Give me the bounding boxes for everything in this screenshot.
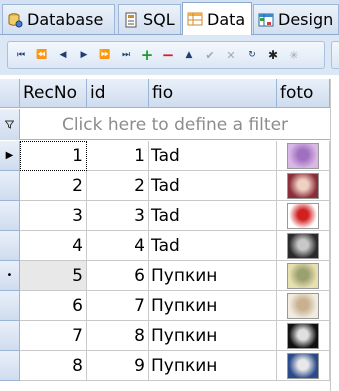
insert-record-button[interactable]: +: [137, 44, 157, 66]
first-record-button[interactable]: ⏮: [11, 44, 31, 66]
cell-id[interactable]: 2: [87, 171, 149, 201]
column-header-recno[interactable]: RecNo: [20, 79, 87, 108]
sql-icon: [123, 12, 139, 28]
toolbar-overflow[interactable]: [331, 41, 339, 69]
header-indicator: [0, 79, 20, 108]
db-navigator: ⏮ ⏪ ◀ ▶ ⏩ ⏭ + − ▲ ✔ ✕ ↻ ✱ ✳: [7, 41, 325, 69]
tab-label: Design: [278, 10, 334, 29]
prior-page-button[interactable]: ⏪: [32, 44, 52, 66]
cell-id[interactable]: 6: [87, 261, 149, 291]
post-edit-button[interactable]: ✔: [200, 44, 220, 66]
cell-foto[interactable]: [277, 171, 330, 201]
cell-foto[interactable]: [277, 351, 330, 381]
cell-id[interactable]: 1: [87, 141, 149, 171]
photo-thumbnail: [287, 232, 319, 259]
tab-data[interactable]: Data: [182, 2, 252, 35]
table-row[interactable]: 6 7 Пупкин: [0, 291, 339, 321]
row-indicator[interactable]: ▶: [0, 141, 20, 171]
refresh-button[interactable]: ↻: [242, 44, 262, 66]
last-record-button[interactable]: ⏭: [116, 44, 136, 66]
cell-foto[interactable]: [277, 141, 330, 171]
tab-label: SQL: [143, 10, 175, 29]
cell-foto[interactable]: [277, 321, 330, 351]
cell-recno[interactable]: 4: [20, 231, 87, 261]
cell-id[interactable]: 8: [87, 321, 149, 351]
cell-fio[interactable]: Пупкин: [149, 321, 277, 351]
goto-bookmark-button[interactable]: ✳: [284, 44, 304, 66]
photo-thumbnail: [287, 322, 319, 349]
cell-fio[interactable]: Tad: [149, 231, 277, 261]
next-page-button[interactable]: ⏩: [95, 44, 115, 66]
cell-fio[interactable]: Tad: [149, 201, 277, 231]
prior-record-button[interactable]: ◀: [53, 44, 73, 66]
cell-recno[interactable]: 1: [20, 141, 87, 171]
table-row[interactable]: 3 3 Tad: [0, 201, 339, 231]
photo-thumbnail: [287, 292, 319, 319]
row-indicator[interactable]: [0, 231, 20, 261]
tab-sql[interactable]: SQL: [118, 4, 181, 34]
column-header-foto[interactable]: foto: [277, 79, 330, 108]
cell-foto[interactable]: [277, 291, 330, 321]
photo-thumbnail: [287, 352, 319, 379]
cell-id[interactable]: 3: [87, 201, 149, 231]
cell-fio[interactable]: Tad: [149, 171, 277, 201]
row-indicator[interactable]: [0, 291, 20, 321]
filter-placeholder[interactable]: Click here to define a filter: [20, 109, 330, 140]
table-row[interactable]: 7 8 Пупкин: [0, 321, 339, 351]
next-record-button[interactable]: ▶: [74, 44, 94, 66]
cell-recno[interactable]: 3: [20, 201, 87, 231]
cell-recno[interactable]: 5: [20, 261, 87, 291]
cell-recno[interactable]: 2: [20, 171, 87, 201]
photo-thumbnail: [287, 172, 319, 199]
cell-fio[interactable]: Пупкин: [149, 351, 277, 381]
cell-recno[interactable]: 6: [20, 291, 87, 321]
cell-recno[interactable]: 7: [20, 321, 87, 351]
tab-label: Database: [27, 10, 104, 29]
data-grid[interactable]: RecNo id fio foto Click here to define a…: [0, 75, 339, 391]
column-header-fio[interactable]: fio: [149, 79, 277, 108]
table-row[interactable]: ▶ 1 1 Tad: [0, 141, 339, 171]
table-row[interactable]: 4 4 Tad: [0, 231, 339, 261]
cell-recno[interactable]: 8: [20, 351, 87, 381]
row-indicator[interactable]: [0, 201, 20, 231]
table-row[interactable]: 8 9 Пупкин: [0, 351, 339, 381]
grid-right-edge: [330, 79, 339, 391]
tab-database[interactable]: Database: [2, 4, 115, 34]
filter-row[interactable]: Click here to define a filter: [0, 109, 339, 140]
bookmark-button[interactable]: ✱: [263, 44, 283, 66]
edit-record-button[interactable]: ▲: [179, 44, 199, 66]
row-indicator[interactable]: [0, 321, 20, 351]
delete-record-button[interactable]: −: [158, 44, 178, 66]
row-indicator[interactable]: [0, 171, 20, 201]
tab-bar: Database SQL Data Design: [0, 0, 339, 35]
column-header-id[interactable]: id: [87, 79, 149, 108]
table-row[interactable]: 2 2 Tad: [0, 171, 339, 201]
filter-icon: [0, 109, 20, 140]
toolbar-area: ⏮ ⏪ ◀ ▶ ⏩ ⏭ + − ▲ ✔ ✕ ↻ ✱ ✳: [0, 35, 339, 75]
design-grid-icon: [258, 12, 274, 28]
cell-foto[interactable]: [277, 231, 330, 261]
cell-foto[interactable]: [277, 201, 330, 231]
row-indicator[interactable]: [0, 351, 20, 381]
photo-thumbnail: [287, 142, 319, 169]
cell-fio[interactable]: Пупкин: [149, 261, 277, 291]
cell-id[interactable]: 4: [87, 231, 149, 261]
cell-id[interactable]: 9: [87, 351, 149, 381]
cell-fio[interactable]: Tad: [149, 141, 277, 171]
photo-thumbnail: [287, 202, 319, 229]
row-indicator[interactable]: •: [0, 261, 20, 291]
photo-thumbnail: [287, 262, 319, 289]
tab-design[interactable]: Design: [253, 4, 339, 34]
database-icon: [7, 12, 23, 28]
tab-label: Data: [207, 9, 246, 29]
cell-foto[interactable]: [277, 261, 330, 291]
cell-id[interactable]: 7: [87, 291, 149, 321]
cancel-edit-button[interactable]: ✕: [221, 44, 241, 66]
cell-fio[interactable]: Пупкин: [149, 291, 277, 321]
data-grid-icon: [187, 11, 203, 27]
table-row[interactable]: • 5 6 Пупкин: [0, 261, 339, 291]
